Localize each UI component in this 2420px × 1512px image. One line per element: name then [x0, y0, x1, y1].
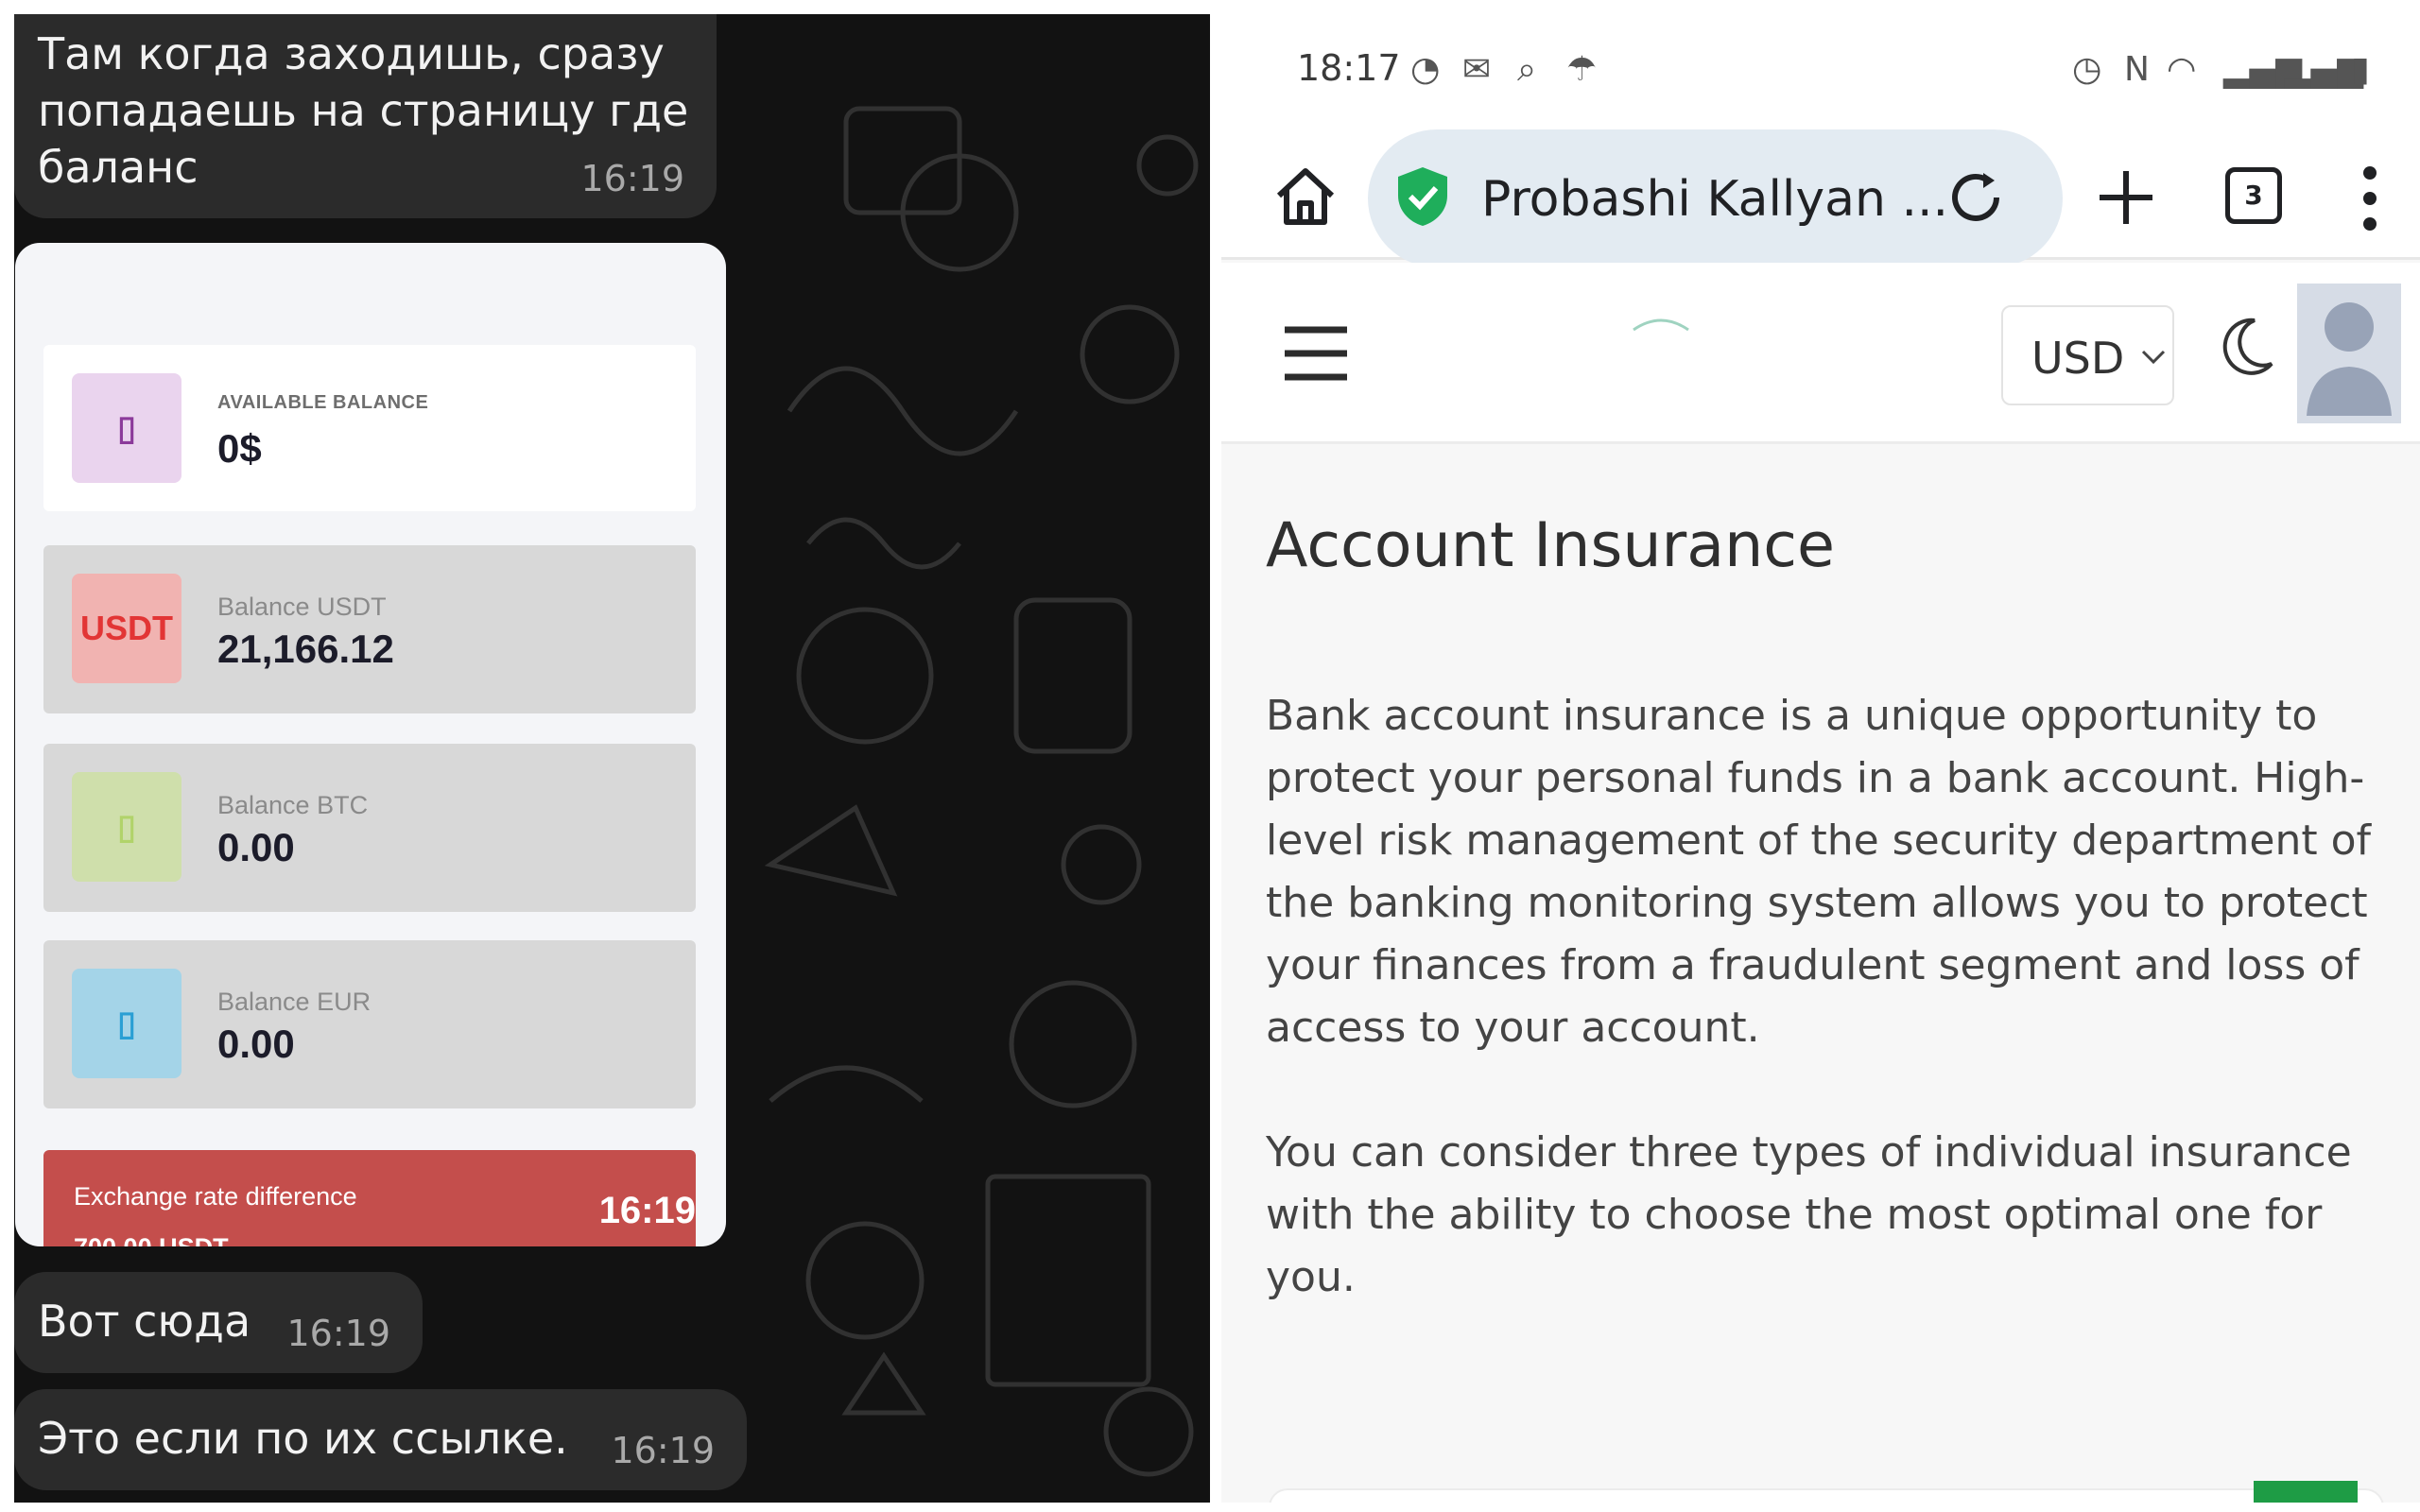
phone-browser-pane: 18:17 ◔ ✉ ⌕ ☂ ◷ N ◠ ▂▄▆ ▂▄▆ ▮ Probashi K… [1221, 14, 2420, 1503]
balance-value: 0.00 [217, 1022, 295, 1066]
umbrella-icon: ☂ [1566, 50, 1598, 89]
available-balance-label: AVAILABLE BALANCE [217, 392, 429, 413]
insurance-badge [2254, 1481, 2358, 1503]
balance-value: 0.00 [217, 825, 295, 869]
status-bar: 18:17 ◔ ✉ ⌕ ☂ ◷ N ◠ ▂▄▆ ▂▄▆ ▮ [1221, 14, 2420, 118]
browser-toolbar: Probashi Kallyan ... 3 [1221, 118, 2420, 267]
balance-card-btc: ▯ Balance BTC 0.00 [43, 744, 696, 912]
tab-switcher-button[interactable]: 3 [2225, 167, 2282, 224]
avatar[interactable] [2297, 284, 2401, 423]
eur-icon: ▯ [72, 969, 182, 1078]
balance-card-eur: ▯ Balance EUR 0.00 [43, 940, 696, 1108]
search-icon: ⌕ [1517, 50, 1537, 89]
btc-icon: ▯ [72, 772, 182, 882]
exchange-rate-label: Exchange rate difference [74, 1182, 357, 1211]
insurance-card [1269, 1488, 2384, 1503]
chat-message-time: 16:19 [286, 1313, 390, 1354]
shield-check-icon [1398, 167, 1447, 226]
more-options-icon[interactable] [2360, 165, 2379, 232]
chat-message-text: Это если по их ссылке. [38, 1413, 568, 1464]
battery-icon: ▮ [2351, 50, 2370, 89]
chat-pane: Там когда заходишь, сразу попадаешь на с… [14, 14, 1210, 1503]
chat-message-time: 16:19 [611, 1430, 715, 1471]
currency-select[interactable]: USD [2001, 305, 2174, 405]
site-logo[interactable] [1628, 315, 1694, 334]
status-time: 18:17 [1297, 47, 1401, 89]
reload-icon[interactable] [1945, 167, 2006, 228]
mail-icon: ✉ [1462, 50, 1492, 89]
alarm-icon: ◷ [2072, 50, 2102, 89]
whatsapp-icon: ◔ [1410, 50, 1441, 89]
available-balance-value: 0$ [217, 426, 262, 471]
address-bar[interactable]: Probashi Kallyan ... [1368, 129, 2063, 267]
dark-mode-toggle-icon[interactable] [2219, 315, 2275, 381]
available-balance-card: ▯ AVAILABLE BALANCE 0$ [43, 345, 696, 511]
chat-message: Вот сюда 16:19 [14, 1272, 423, 1373]
chat-message: Там когда заходишь, сразу попадаешь на с… [14, 14, 717, 218]
usdt-icon: USDT [72, 574, 182, 683]
chat-message-time: 16:19 [580, 158, 684, 199]
new-tab-icon[interactable] [2096, 167, 2156, 228]
hamburger-menu-icon[interactable] [1283, 324, 1349, 383]
balance-screenshot-message[interactable]: ▯ AVAILABLE BALANCE 0$ USDT Balance USDT… [15, 243, 726, 1246]
page-content: Account Insurance Bank account insurance… [1266, 510, 2391, 1371]
chat-message: Это если по их ссылке. 16:19 [14, 1389, 747, 1490]
chat-message-text: Вот сюда [38, 1296, 251, 1347]
exchange-rate-card: Exchange rate difference 700.00 USDT 16:… [43, 1150, 696, 1246]
intro-paragraph: Bank account insurance is a unique oppor… [1266, 692, 2372, 1052]
nfc-icon: N [2124, 50, 2150, 89]
site-header: USD [1221, 263, 2420, 444]
balance-label: Balance BTC [217, 791, 369, 819]
balance-card-usdt: USDT Balance USDT 21,166.12 [43, 545, 696, 713]
chevron-down-icon [2141, 350, 2166, 365]
home-icon[interactable] [1273, 165, 1338, 228]
wifi-icon: ◠ [2167, 50, 2197, 89]
wallet-icon: ▯ [72, 373, 182, 483]
page-title: Account Insurance [1266, 510, 1836, 581]
currency-value: USD [2031, 333, 2125, 384]
url-title: Probashi Kallyan ... [1481, 171, 1949, 228]
balance-label: Balance USDT [217, 593, 387, 621]
exchange-rate-value: 700.00 USDT [74, 1233, 229, 1246]
balance-value: 21,166.12 [217, 627, 394, 671]
balance-label: Balance EUR [217, 988, 372, 1016]
insurance-types-paragraph: You can consider three types of individu… [1266, 1128, 2352, 1301]
chat-message-time: 16:19 [598, 1190, 696, 1231]
